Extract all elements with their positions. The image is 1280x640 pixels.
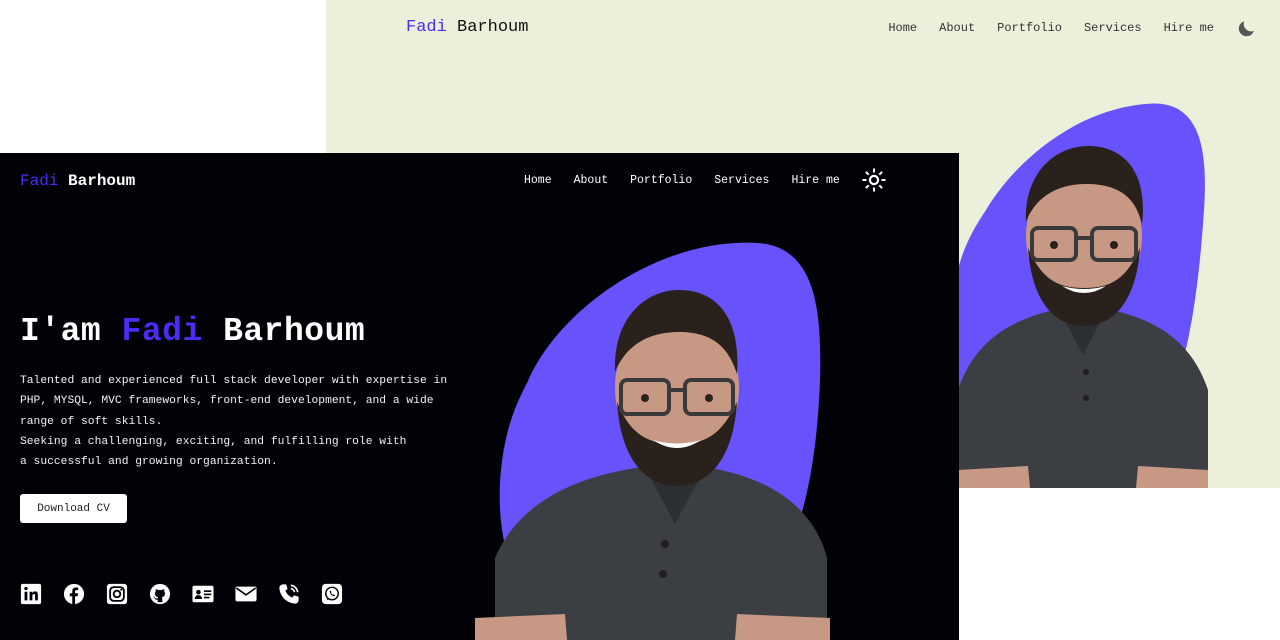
nav-portfolio[interactable]: Portfolio	[630, 174, 692, 187]
brand-last-name: Barhoum	[457, 18, 529, 37]
github-icon[interactable]	[149, 583, 171, 605]
hero-description: Talented and experienced full stack deve…	[20, 371, 490, 472]
description-line: PHP, MYSQL, MVC frameworks, front-end de…	[20, 395, 434, 408]
brand-last-name: Barhoum	[68, 172, 136, 190]
email-icon[interactable]	[235, 583, 257, 605]
description-line: Seeking a challenging, exciting, and ful…	[20, 435, 407, 448]
moon-icon[interactable]	[1236, 17, 1258, 39]
light-navbar: Home About Portfolio Services Hire me	[888, 17, 1258, 39]
phone-icon[interactable]	[278, 583, 300, 605]
brand-first-name: Fadi	[406, 18, 447, 37]
hero-title: I'am Fadi Barhoum	[20, 313, 365, 350]
hero-last-name: Barhoum	[223, 313, 366, 350]
instagram-icon[interactable]	[106, 583, 128, 605]
nav-hire-me[interactable]: Hire me	[1164, 21, 1214, 35]
description-line: Talented and experienced full stack deve…	[20, 375, 448, 387]
sun-icon[interactable]	[862, 168, 886, 192]
nav-services[interactable]: Services	[1084, 21, 1142, 35]
nav-portfolio[interactable]: Portfolio	[997, 21, 1062, 35]
nav-services[interactable]: Services	[714, 174, 769, 187]
facebook-icon[interactable]	[63, 583, 85, 605]
screenshot-composite: Fadi Barhoum Home About Portfolio Servic…	[0, 0, 1280, 640]
download-cv-button[interactable]: Download CV	[20, 494, 127, 523]
dark-theme-preview: Fadi Barhoum Home About Portfolio Servic…	[0, 153, 959, 640]
contact-card-icon[interactable]	[192, 583, 214, 605]
brand-first-name: Fadi	[20, 172, 59, 190]
hero-first-name: Fadi	[121, 313, 203, 350]
profile-photo	[475, 290, 830, 640]
nav-home[interactable]: Home	[524, 174, 552, 187]
brand-logo[interactable]: Fadi Barhoum	[20, 172, 135, 190]
brand-logo[interactable]: Fadi Barhoum	[406, 18, 528, 37]
nav-home[interactable]: Home	[888, 21, 917, 35]
whatsapp-icon[interactable]	[321, 583, 343, 605]
description-line: a successful and growing organization.	[20, 456, 278, 469]
linkedin-icon[interactable]	[20, 583, 42, 605]
nav-about[interactable]: About	[574, 174, 609, 187]
hero-greeting: I'am	[20, 313, 102, 350]
dark-navbar: Home About Portfolio Services Hire me	[524, 168, 886, 192]
description-line: range of soft skills.	[20, 415, 163, 428]
nav-about[interactable]: About	[939, 21, 975, 35]
social-links	[20, 583, 343, 605]
nav-hire-me[interactable]: Hire me	[791, 174, 839, 187]
profile-photo	[958, 146, 1208, 488]
